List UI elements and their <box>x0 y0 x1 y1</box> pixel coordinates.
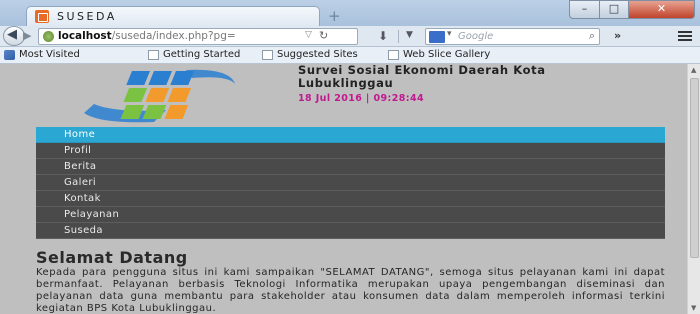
browser-titlebar: SUSEDA + – □ ✕ <box>0 0 700 27</box>
url-host: localhost <box>58 30 112 42</box>
minimize-button[interactable]: – <box>569 0 600 19</box>
menu-item-galeri[interactable]: Galeri <box>36 175 665 191</box>
search-icon[interactable]: ⌕ <box>589 29 595 43</box>
most-visited-icon <box>4 49 15 60</box>
bookmark-most-visited[interactable]: Most Visited <box>4 49 80 60</box>
welcome-text: Kepada para pengguna situs ini kami samp… <box>36 267 665 314</box>
reload-icon[interactable]: ↻ <box>319 29 328 42</box>
page-icon <box>262 49 273 60</box>
bookmark-getting-started[interactable]: Getting Started <box>148 49 240 60</box>
search-input[interactable]: Google <box>458 31 493 42</box>
minimize-icon: – <box>581 2 588 15</box>
menu-icon[interactable] <box>678 31 692 41</box>
page-viewport: Survei Sosial Ekonomi Daerah Kota Lubukl… <box>0 64 687 314</box>
tab-title: SUSEDA <box>57 10 117 23</box>
search-bar[interactable]: Google ⌕ <box>425 28 600 45</box>
browser-tab[interactable]: SUSEDA <box>26 6 320 27</box>
page-icon <box>148 49 159 60</box>
bookmark-label: Suggested Sites <box>277 49 358 60</box>
scroll-down-icon[interactable]: ▼ <box>691 304 696 312</box>
menu-item-profil[interactable]: Profil <box>36 143 665 159</box>
site-header: Survei Sosial Ekonomi Daerah Kota Lubukl… <box>36 64 666 124</box>
maximize-button[interactable]: □ <box>599 0 629 19</box>
vertical-scrollbar[interactable]: ▲ ▼ <box>687 64 700 314</box>
bookmark-label: Most Visited <box>19 49 80 60</box>
back-button[interactable]: ◀ <box>3 26 25 46</box>
scrollbar-thumb[interactable] <box>690 78 699 258</box>
back-arrow-icon: ◀ <box>7 27 17 42</box>
download-icon[interactable]: ⬇ <box>378 29 388 43</box>
search-engine-icon[interactable] <box>429 29 452 43</box>
main-menu: Home Profil Berita Galeri Kontak Pelayan… <box>36 127 665 239</box>
url-path: /suseda/index.php?pg= <box>111 30 236 42</box>
close-button[interactable]: ✕ <box>628 0 695 19</box>
menu-item-home[interactable]: Home <box>36 127 665 143</box>
bookmarks-bar: Most Visited Getting Started Suggested S… <box>0 47 700 64</box>
maximize-icon: □ <box>608 2 620 15</box>
site-title: Survei Sosial Ekonomi Daerah Kota Lubukl… <box>298 64 546 90</box>
toolbar-separator <box>398 30 399 43</box>
close-icon: ✕ <box>656 2 667 15</box>
current-datetime: 18 Jul 2016 | 09:28:44 <box>298 93 424 104</box>
menu-item-pelayanan[interactable]: Pelayanan <box>36 207 665 223</box>
menu-item-suseda[interactable]: Suseda <box>36 223 665 239</box>
new-tab-button[interactable]: + <box>328 7 341 25</box>
menu-item-berita[interactable]: Berita <box>36 159 665 175</box>
forward-button[interactable]: ▶ <box>23 29 38 43</box>
toolbar-overflow-icon[interactable]: » <box>614 29 621 42</box>
scroll-up-icon[interactable]: ▲ <box>691 66 696 74</box>
window-controls: – □ ✕ <box>569 0 695 19</box>
url-bar[interactable]: localhost/suseda/index.php?pg= ▽ ↻ <box>38 28 358 45</box>
url-text[interactable]: localhost/suseda/index.php?pg= <box>58 30 236 42</box>
toolbar-dropdown-icon[interactable]: ▼ <box>406 30 413 40</box>
bps-logo <box>84 69 235 123</box>
page-icon <box>388 49 399 60</box>
welcome-heading: Selamat Datang <box>36 248 188 267</box>
tab-favicon-icon <box>35 10 49 23</box>
browser-navbar: ◀ ▶ localhost/suseda/index.php?pg= ▽ ↻ ⬇… <box>0 26 700 47</box>
menu-item-kontak[interactable]: Kontak <box>36 191 665 207</box>
bookmark-label: Web Slice Gallery <box>403 49 491 60</box>
url-history-dropdown-icon[interactable]: ▽ <box>305 30 312 40</box>
bookmark-label: Getting Started <box>163 49 241 60</box>
bookmark-suggested-sites[interactable]: Suggested Sites <box>262 49 358 60</box>
site-identity-icon[interactable] <box>43 31 54 42</box>
bookmark-web-slice-gallery[interactable]: Web Slice Gallery <box>388 49 490 60</box>
